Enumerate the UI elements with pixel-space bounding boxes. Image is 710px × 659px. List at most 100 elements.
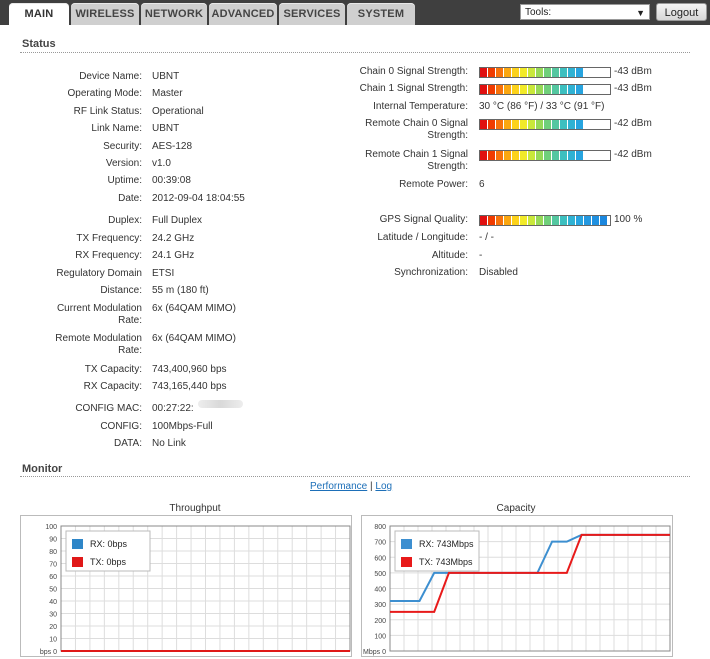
meter-segment: [496, 68, 503, 77]
field-value: UBNT: [152, 71, 180, 82]
meter-segment: [488, 85, 495, 94]
meter-segment: [584, 120, 591, 129]
field-label: Chain 0 Signal Strength:: [359, 66, 468, 77]
meter-segment: [512, 68, 519, 77]
tab-advanced[interactable]: ADVANCED: [209, 3, 277, 25]
meter-segment: [512, 216, 519, 225]
meter-segment: [528, 216, 535, 225]
meter-value: -43 dBm: [614, 66, 652, 77]
y-tick-label: 500: [374, 571, 386, 578]
meter-segment: [520, 216, 527, 225]
throughput-chart-svg: 100908070605040302010bps 0RX: 0bpsTX: 0b…: [40, 524, 351, 656]
meter-segment: [576, 120, 583, 129]
meter-segment: [576, 216, 583, 225]
capacity-chart-title: Capacity: [496, 503, 536, 514]
tab-wireless[interactable]: WIRELESS: [71, 3, 139, 25]
signal-meter: [479, 119, 611, 130]
meter-segment: [528, 120, 535, 129]
tab-network[interactable]: NETWORK: [141, 3, 207, 25]
meter-segment: [584, 216, 591, 225]
field-value: Master: [152, 88, 183, 99]
meter-segment: [480, 68, 487, 77]
meter-segment: [504, 85, 511, 94]
meter-segment: [552, 151, 559, 160]
field-label: Operating Mode:: [67, 88, 143, 99]
meter-segment: [600, 216, 607, 225]
legend-label: RX: 743Mbps: [419, 539, 474, 549]
field-label: Remote Modulation Rate:: [20, 333, 142, 357]
field-label: Security:: [103, 141, 142, 152]
field-label: RX Frequency:: [75, 250, 142, 261]
meter-segment: [512, 120, 519, 129]
meter-segment: [496, 85, 503, 94]
meter-segment: [520, 151, 527, 160]
meter-segment: [544, 120, 551, 129]
field-label-line2: Strength:: [427, 130, 468, 141]
meter-segment: [600, 68, 607, 77]
field-value: 6x (64QAM MIMO): [152, 333, 236, 344]
monitor-divider: [20, 476, 690, 477]
field-value: AES-128: [152, 141, 193, 152]
meter-segment: [536, 151, 543, 160]
field-value: 24.1 GHz: [152, 250, 195, 261]
logout-button[interactable]: Logout: [656, 3, 707, 21]
y-tick-label: 90: [49, 537, 57, 544]
signal-meter: [479, 84, 611, 95]
field-label-line2: Rate:: [118, 345, 142, 356]
link-separator: |: [370, 481, 373, 492]
field-label-line1: Remote Chain 0 Signal: [365, 118, 468, 129]
field-label-line1: Remote Modulation: [55, 333, 142, 344]
meter-segment: [552, 216, 559, 225]
status-divider: [20, 52, 690, 53]
tab-main[interactable]: MAIN: [9, 3, 69, 25]
field-label: Altitude:: [431, 250, 468, 261]
meter-segment: [584, 85, 591, 94]
field-label: RX Capacity:: [83, 381, 142, 392]
signal-meter: [479, 150, 611, 161]
y-tick-label: 50: [49, 587, 57, 594]
field-label: Synchronization:: [394, 267, 468, 278]
field-value: 743,400,960 bps: [152, 364, 227, 375]
field-label: CONFIG:: [100, 421, 142, 432]
meter-segment: [568, 68, 575, 77]
meter-value: -42 dBm: [614, 149, 652, 160]
meter-segment: [520, 85, 527, 94]
legend-swatch: [72, 539, 83, 549]
tab-system[interactable]: SYSTEM: [347, 3, 415, 25]
meter-segment: [600, 120, 607, 129]
meter-segment: [504, 216, 511, 225]
meter-segment: [552, 68, 559, 77]
tools-dropdown[interactable]: Tools: ▼: [520, 4, 650, 20]
y-tick-label: 80: [49, 549, 57, 556]
field-value: Operational: [152, 106, 204, 117]
log-link[interactable]: Log: [375, 481, 392, 492]
meter-segment: [560, 151, 567, 160]
field-value: 743,165,440 bps: [152, 381, 227, 392]
field-label: Current Modulation Rate:: [20, 303, 142, 327]
field-value: v1.0: [152, 158, 171, 169]
legend-label: TX: 0bps: [90, 557, 127, 567]
chevron-down-icon: ▼: [636, 8, 645, 18]
field-label: Internal Temperature:: [373, 101, 468, 112]
field-label: Remote Power:: [399, 179, 468, 190]
throughput-chart: 100 90 80 70 60 50 40 30 20 10 bps 0 RX: 0bps TX: 0b…: [20, 515, 352, 657]
meter-segment: [536, 85, 543, 94]
legend-swatch: [72, 557, 83, 567]
field-label-line2: Strength:: [427, 161, 468, 172]
meter-segment: [576, 151, 583, 160]
field-label: CONFIG MAC:: [75, 403, 142, 414]
meter-segment: [584, 68, 591, 77]
field-label-line2: Rate:: [118, 315, 142, 326]
meter-segment: [480, 85, 487, 94]
legend-label: RX: 0bps: [90, 539, 128, 549]
meter-segment: [536, 216, 543, 225]
meter-segment: [488, 68, 495, 77]
monitor-section-title: Monitor: [22, 463, 63, 475]
meter-segment: [528, 85, 535, 94]
y-tick-label: 10: [49, 637, 57, 644]
performance-link[interactable]: Performance: [310, 481, 367, 492]
meter-segment: [560, 120, 567, 129]
field-label: Remote Chain 1 Signal Strength:: [300, 149, 468, 173]
tab-services[interactable]: SERVICES: [279, 3, 345, 25]
field-label: TX Frequency:: [76, 233, 142, 244]
